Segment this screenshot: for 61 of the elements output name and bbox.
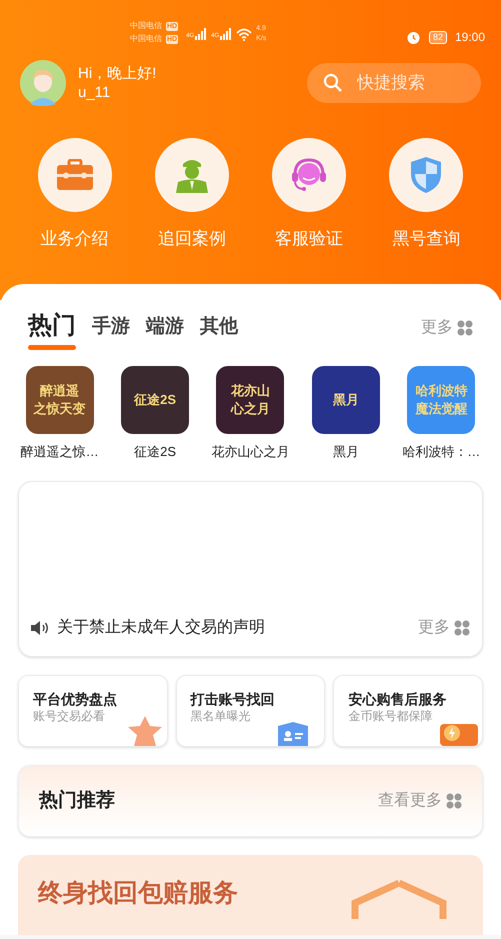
clock-time: 19:00 [454, 29, 485, 46]
game-logo[interactable]: 黑月 [312, 366, 380, 434]
wifi-icon [236, 28, 252, 40]
logo-text: 黑月 [332, 390, 359, 408]
star-icon [126, 716, 163, 746]
logo-text: 魔法觉醒 [415, 400, 468, 418]
id-card-icon [278, 722, 308, 746]
feature-title: 平台优势盘点 [33, 690, 118, 708]
grid-icon [446, 793, 462, 809]
category-tab[interactable]: 端游 [146, 313, 184, 350]
carrier-name: 中国电信 [130, 33, 162, 45]
shield-icon [410, 156, 442, 194]
speaker-icon [31, 621, 49, 635]
game-name: 哈利波特：… [402, 442, 480, 460]
grid-icon [457, 320, 473, 336]
logo-text: 心之月 [230, 400, 270, 418]
search-icon [323, 73, 343, 93]
category-tab[interactable]: 其他 [200, 313, 238, 350]
signal-icon [220, 28, 232, 40]
selected-tab-underline [28, 344, 76, 350]
game-name: 征途2S [134, 442, 176, 460]
grid-icon [454, 620, 470, 636]
headset-agent-icon [290, 157, 328, 193]
greeting-text: Hi，晚上好! [78, 64, 156, 83]
notice-text[interactable]: 关于禁止未成年人交易的声明 [57, 616, 265, 640]
logo-text: 之惊天变 [34, 400, 86, 418]
shortcut-label: 黑号查询 [392, 228, 460, 250]
feature-title: 安心购售后服务 [348, 690, 448, 708]
logo-text: 哈利波特 [415, 382, 468, 400]
feature-title: 打击账号找回 [190, 690, 276, 708]
toolbox-icon [56, 159, 94, 191]
feature-card[interactable]: 安心购售后服务 金币账号都保障 [333, 675, 483, 747]
game-logo[interactable]: 花亦山 心之月 [216, 366, 284, 434]
game-name: 黑月 [332, 442, 359, 460]
game-logo[interactable]: 征途2S [121, 366, 190, 434]
game-logo[interactable]: 醉逍遥 之惊天变 [26, 366, 94, 434]
hexagon-icon [351, 879, 447, 919]
section-title: 热门推荐 [39, 788, 115, 813]
bolt-icon [440, 722, 478, 746]
carrier-name: 中国电信 [130, 20, 162, 32]
category-tab[interactable]: 手游 [92, 313, 130, 350]
game-name: 醉逍遥之惊… [20, 442, 99, 460]
feature-subtitle: 账号交易必看 [33, 708, 106, 724]
logo-text: 醉逍遥 [40, 382, 80, 400]
avatar-icon [20, 60, 66, 106]
feature-subtitle: 金币账号都保障 [348, 708, 434, 724]
promo-title: 终身找回包赔服务 [38, 878, 238, 909]
feature-card[interactable]: 打击账号找回 黑名单曝光 [176, 675, 326, 747]
signal-icon [195, 28, 208, 40]
category-tab[interactable]: 热门 [28, 308, 76, 350]
battery-indicator: 82 [428, 30, 447, 44]
shortcut-label: 客服验证 [275, 228, 344, 250]
shortcut-label: 追回案例 [158, 228, 226, 250]
logo-text: 征途2S [134, 390, 176, 408]
alarm-clock-icon [406, 30, 421, 44]
feature-subtitle: 黑名单曝光 [190, 708, 252, 724]
feature-card[interactable]: 平台优势盘点 账号交易必看 [18, 675, 168, 747]
logo-text: 花亦山 [230, 382, 270, 400]
username: u_11 [78, 83, 112, 102]
game-name: 花亦山心之月 [211, 442, 290, 460]
shortcut-label: 业务介绍 [40, 228, 109, 250]
